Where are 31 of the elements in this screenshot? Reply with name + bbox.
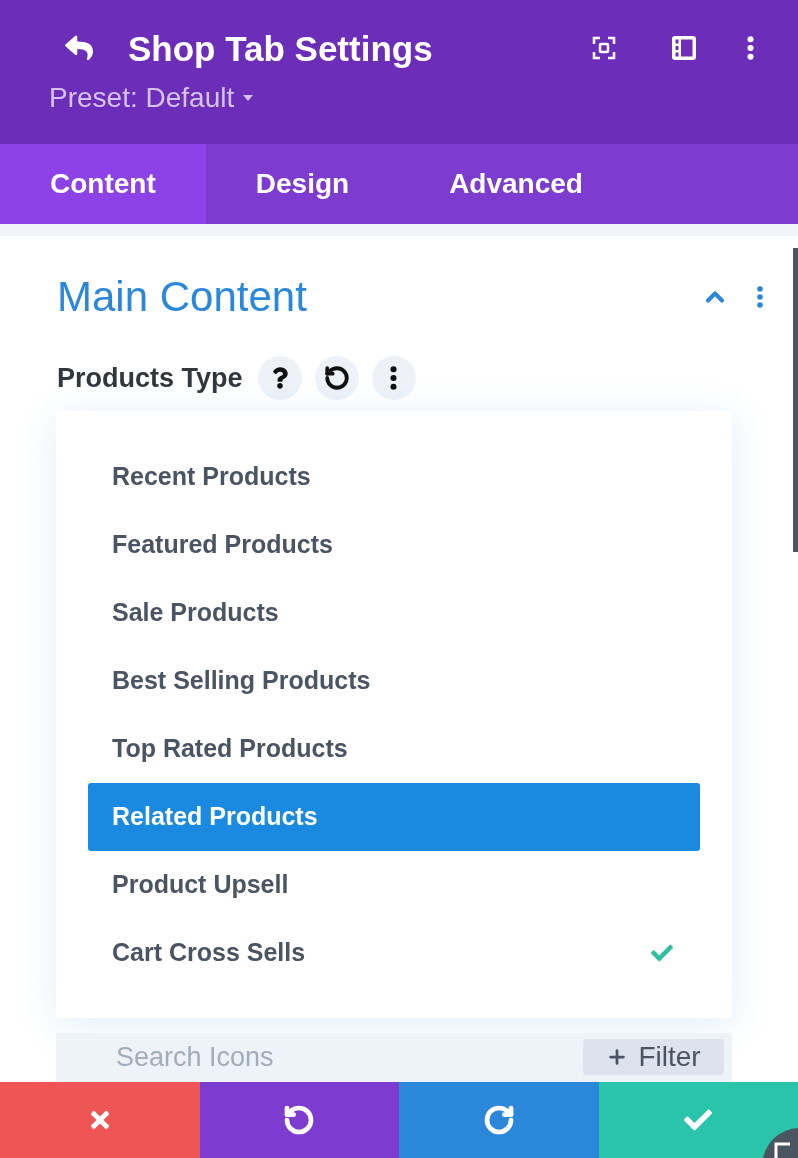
redo-button[interactable] [399,1082,599,1158]
dropdown-option[interactable]: Top Rated Products [88,715,700,783]
reset-icon[interactable] [314,356,359,400]
field-label: Products Type [57,364,243,392]
dropdown-option[interactable]: Featured Products [88,511,700,579]
resize-handle-icon[interactable] [763,1128,798,1158]
sidebar-layout-icon[interactable] [672,36,696,60]
help-icon[interactable] [257,356,302,400]
dropdown-option[interactable]: Product Upsell [88,851,700,919]
caret-down-icon[interactable] [243,95,254,101]
tab[interactable]: Advanced [399,144,633,224]
undo-icon [283,1104,316,1136]
dropdown-option[interactable]: Best Selling Products [88,647,700,715]
undo-button[interactable] [199,1082,399,1158]
dropdown-option[interactable]: Cart Cross Sells [88,919,700,987]
dropdown-option[interactable]: Sale Products [88,579,700,647]
section-title[interactable]: Main Content [57,276,307,318]
focus-icon[interactable] [592,36,616,60]
more-options-icon[interactable] [371,356,416,400]
more-options-icon[interactable] [747,36,754,60]
redo-icon [482,1104,515,1136]
save-button[interactable] [598,1082,798,1158]
scrollbar-thumb[interactable] [793,248,798,552]
filter-button[interactable]: Filter [583,1039,724,1075]
back-arrow-icon[interactable] [62,34,96,62]
tab[interactable]: Content [0,144,206,224]
panel-title: Shop Tab Settings [128,30,433,66]
preset-selector[interactable]: Preset: Default [49,84,235,112]
dropdown-option[interactable]: Related Products [88,783,700,851]
tab[interactable]: Design [205,144,400,224]
dropdown-option[interactable]: Recent Products [88,443,700,511]
